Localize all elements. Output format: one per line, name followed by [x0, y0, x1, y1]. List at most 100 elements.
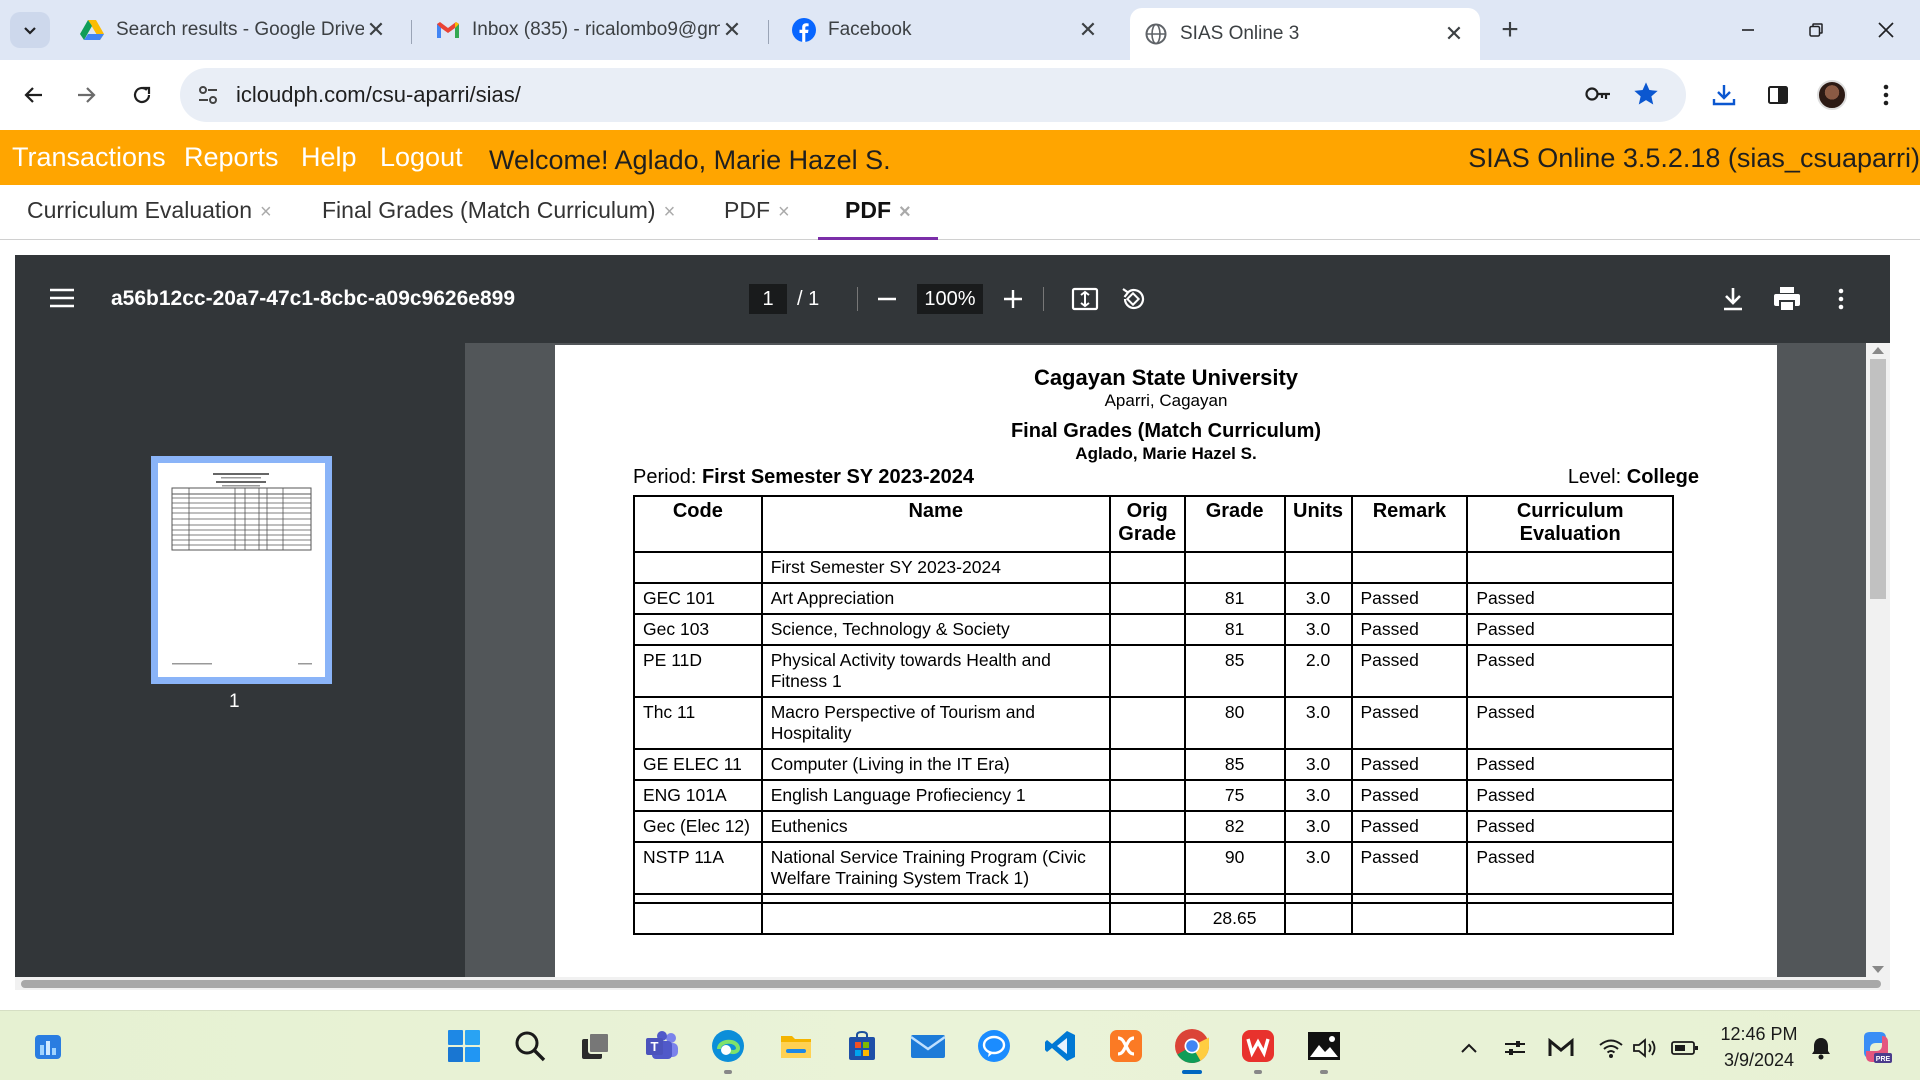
tab-pdf-1[interactable]: PDF ×	[724, 197, 790, 224]
start-icon[interactable]	[444, 1026, 484, 1066]
download-button[interactable]	[1715, 281, 1751, 317]
average-grade: 28.65	[1183, 902, 1286, 935]
xampp-icon[interactable]	[1106, 1026, 1146, 1066]
tray-gmail-icon[interactable]	[1546, 1033, 1576, 1063]
side-panel-button[interactable]	[1758, 75, 1798, 115]
back-button[interactable]	[14, 75, 54, 115]
browser-tab-gmail[interactable]: Inbox (835) - ricalombo9@gmail.com ✕	[422, 8, 758, 52]
menu-transactions[interactable]: Transactions	[12, 142, 166, 173]
close-icon[interactable]: ×	[778, 201, 790, 223]
new-tab-button[interactable]: +	[1494, 13, 1526, 46]
table-cell	[1283, 551, 1353, 584]
volume-icon[interactable]	[1630, 1033, 1660, 1063]
edge-icon[interactable]	[708, 1026, 748, 1066]
menu-help[interactable]: Help	[301, 142, 357, 173]
vscode-icon[interactable]	[1040, 1026, 1080, 1066]
chrome-icon[interactable]	[1172, 1026, 1212, 1066]
address-bar[interactable]: icloudph.com/csu-aparri/sias/	[180, 68, 1686, 122]
tab-curriculum-evaluation[interactable]: Curriculum Evaluation ×	[27, 197, 272, 224]
browser-menu-button[interactable]	[1866, 75, 1906, 115]
search-icon[interactable]	[510, 1026, 550, 1066]
tab-pdf-2[interactable]: PDF ×	[845, 197, 911, 224]
close-icon[interactable]: ×	[664, 201, 676, 223]
vertical-scrollbar[interactable]	[1866, 343, 1890, 977]
show-hidden-icons-chevron-icon[interactable]	[1454, 1033, 1484, 1063]
zoom-out-button[interactable]	[869, 281, 905, 317]
task-view-icon[interactable]	[576, 1026, 616, 1066]
mail-icon[interactable]	[908, 1026, 948, 1066]
thumbnail-sidebar: 1	[15, 343, 465, 977]
url-text[interactable]: icloudph.com/csu-aparri/sias/	[236, 82, 521, 108]
scroll-down-icon[interactable]	[1872, 966, 1884, 973]
tab-separator	[768, 20, 769, 44]
close-icon[interactable]: ×	[899, 201, 911, 223]
table-cell	[1466, 902, 1674, 935]
reload-button[interactable]	[122, 75, 162, 115]
arrow-right-icon	[78, 87, 96, 103]
scroll-up-icon[interactable]	[1872, 347, 1884, 354]
copilot-icon[interactable]: PRE	[1856, 1027, 1896, 1067]
spacer-row	[633, 893, 1674, 904]
close-icon[interactable]: ✕	[1442, 21, 1466, 46]
close-icon[interactable]: ✕	[1076, 17, 1100, 42]
horizontal-scrollbar[interactable]	[15, 977, 1890, 990]
menu-icon[interactable]	[49, 287, 75, 314]
close-icon[interactable]: ✕	[720, 17, 744, 42]
photos-icon[interactable]	[1304, 1026, 1344, 1066]
chevron-down-icon	[24, 27, 36, 35]
print-button[interactable]	[1769, 281, 1805, 317]
page-number-input[interactable]: 1	[749, 284, 787, 314]
browser-tab-facebook[interactable]: Facebook ✕	[778, 8, 1114, 52]
site-info-icon[interactable]	[196, 83, 220, 112]
close-icon[interactable]: ×	[260, 201, 272, 223]
table-cell	[633, 893, 763, 904]
bookmark-star-icon[interactable]	[1632, 80, 1660, 113]
separator	[857, 287, 858, 311]
tab-label: Final Grades (Match Curriculum)	[322, 197, 656, 223]
wifi-icon[interactable]	[1596, 1033, 1626, 1063]
side-panel-icon	[1768, 86, 1788, 104]
close-icon[interactable]: ✕	[364, 17, 388, 42]
separator	[1043, 287, 1044, 311]
forward-button[interactable]	[66, 75, 106, 115]
browser-tab-drive[interactable]: Search results - Google Drive ✕	[66, 8, 402, 52]
remark: Passed	[1350, 644, 1469, 698]
store-icon[interactable]	[842, 1026, 882, 1066]
scroll-thumb[interactable]	[21, 980, 1881, 988]
menu-reports[interactable]: Reports	[184, 142, 279, 173]
close-window-button[interactable]	[1866, 10, 1906, 50]
wps-icon[interactable]	[1238, 1026, 1278, 1066]
page-thumbnail[interactable]	[151, 456, 332, 684]
notification-bell-icon[interactable]	[1806, 1033, 1836, 1063]
fit-page-button[interactable]	[1067, 281, 1103, 317]
units: 2.0	[1283, 644, 1353, 698]
table-row: NSTP 11A National Service Training Progr…	[633, 841, 1674, 895]
browser-tab-sias[interactable]: SIAS Online 3 ✕	[1130, 8, 1480, 60]
zoom-input[interactable]: 100%	[917, 284, 983, 314]
tab-final-grades[interactable]: Final Grades (Match Curriculum) ×	[322, 197, 675, 224]
rotate-button[interactable]	[1115, 281, 1151, 317]
scroll-thumb[interactable]	[1870, 359, 1886, 599]
messenger-icon[interactable]	[974, 1026, 1014, 1066]
more-options-button[interactable]	[1823, 281, 1859, 317]
menu-logout[interactable]: Logout	[380, 142, 463, 173]
table-cell	[1350, 902, 1469, 935]
downloads-button[interactable]	[1704, 75, 1744, 115]
zoom-in-button[interactable]	[995, 281, 1031, 317]
restore-button[interactable]	[1796, 10, 1836, 50]
period-value: First Semester SY 2023-2024	[701, 466, 974, 488]
active-tab-indicator	[818, 237, 938, 240]
tray-settings-icon[interactable]	[1500, 1033, 1530, 1063]
tab-search-button[interactable]	[10, 12, 50, 48]
key-icon[interactable]	[1584, 82, 1612, 111]
widgets-icon[interactable]	[28, 1026, 68, 1066]
minimize-button[interactable]	[1728, 10, 1768, 50]
battery-icon[interactable]	[1670, 1033, 1700, 1063]
grade: 85	[1183, 644, 1286, 698]
profile-button[interactable]	[1812, 75, 1852, 115]
system-clock[interactable]: 12:46 PM 3/9/2024	[1716, 1021, 1802, 1073]
orig-grade	[1108, 582, 1186, 615]
file-explorer-icon[interactable]	[776, 1026, 816, 1066]
teams-icon[interactable]: T	[642, 1026, 682, 1066]
tab-title: Search results - Google Drive	[116, 19, 364, 40]
